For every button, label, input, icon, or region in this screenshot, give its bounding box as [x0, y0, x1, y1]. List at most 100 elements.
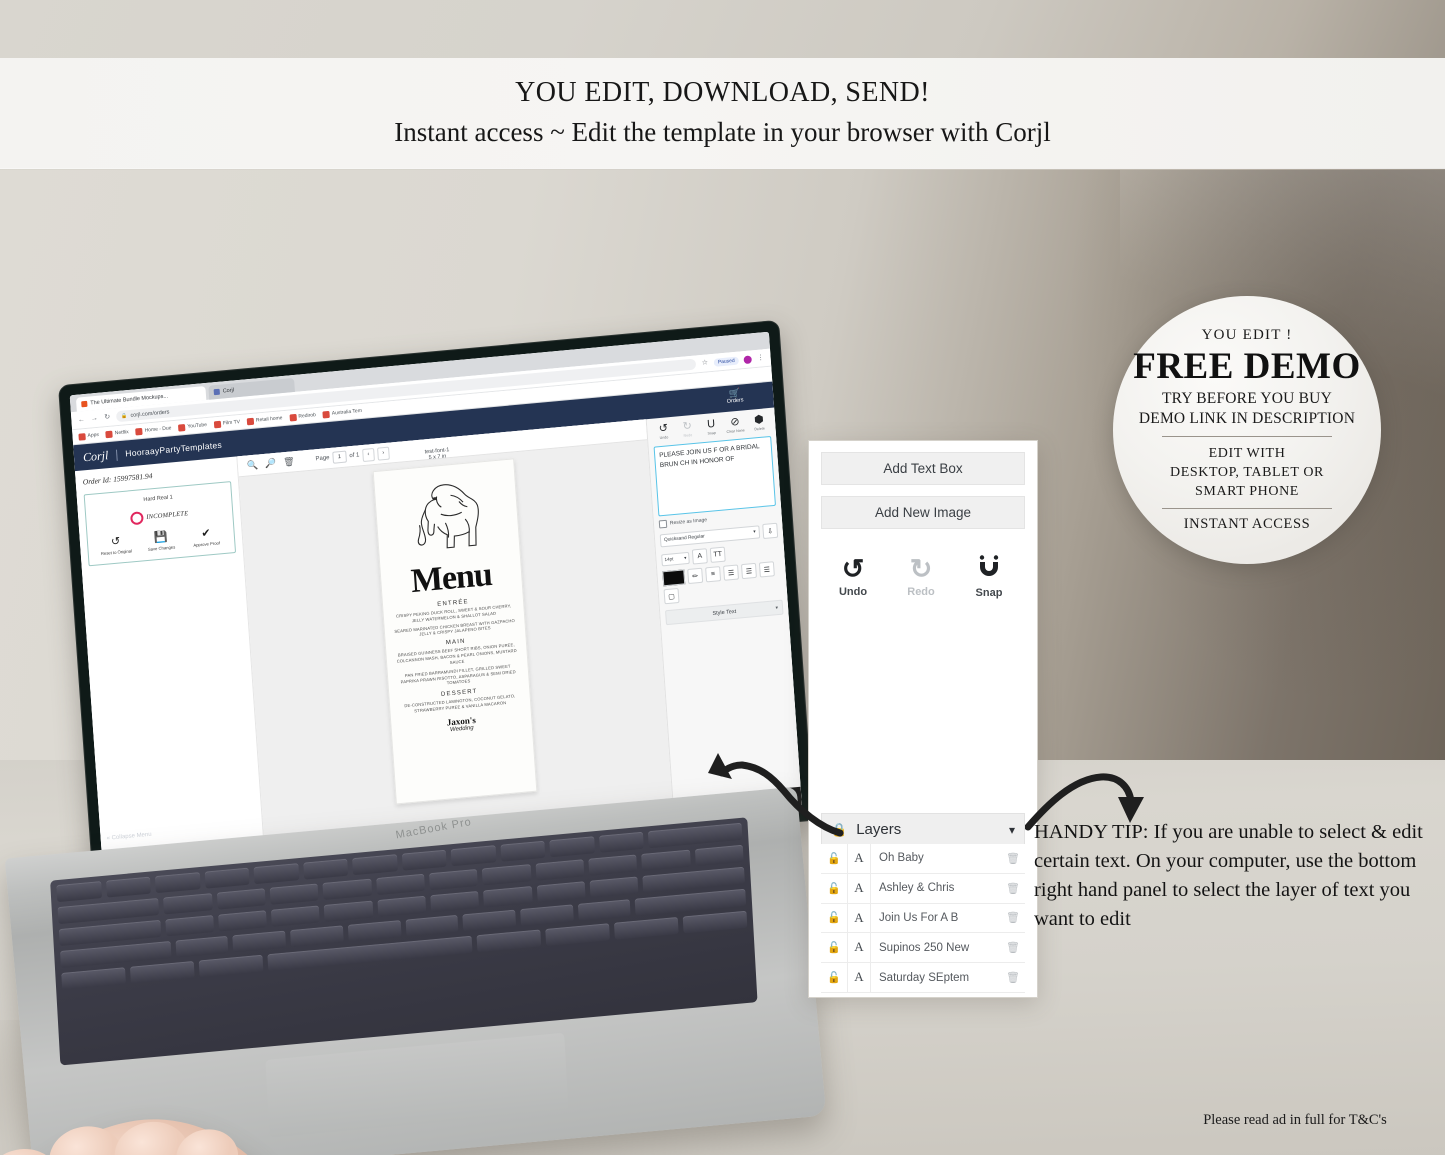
badge-you-edit: YOU EDIT !: [1201, 327, 1293, 343]
next-page-button[interactable]: ›: [376, 446, 390, 461]
bookmark-item[interactable]: Australia Tem: [322, 407, 363, 418]
corjl-logo[interactable]: Corjl: [83, 448, 109, 465]
text-box-button[interactable]: ▢: [663, 587, 680, 605]
trash-icon[interactable]: 🗑: [1001, 882, 1025, 895]
bookmark-label: Film TV: [222, 419, 241, 427]
key: [253, 863, 299, 885]
key: [401, 849, 447, 871]
lock-open-icon[interactable]: 🔓: [821, 911, 847, 924]
delete-button[interactable]: ⬢ Delete: [749, 413, 770, 432]
key: [322, 878, 373, 900]
download-icon: ⇩: [767, 527, 774, 536]
key: [56, 881, 102, 903]
back-arrow-icon[interactable]: ←: [77, 416, 86, 425]
align-center-button[interactable]: ☰: [740, 562, 757, 580]
layers-header[interactable]: 🔒 Layers ▾: [821, 813, 1025, 846]
terms-footer: Please read ad in full for T&C's: [1203, 1112, 1387, 1128]
line-height-button[interactable]: ≡: [705, 566, 722, 583]
bookmark-item[interactable]: YouTube: [178, 422, 207, 432]
snap-button[interactable]: Snap: [967, 555, 1011, 599]
snap-label: Snap: [975, 587, 1003, 599]
bookmark-item[interactable]: Redirob: [289, 412, 316, 422]
key: [217, 910, 268, 932]
corjl-tools-panel: Add Text Box Add New Image ↺ Undo ↻ Redo: [808, 440, 1038, 998]
save-changes-button[interactable]: 💾 Save Changes: [141, 530, 180, 553]
lock-open-icon[interactable]: 🔓: [821, 941, 847, 954]
trash-icon[interactable]: 🗑: [1001, 971, 1025, 984]
key: [694, 844, 744, 867]
redo-button[interactable]: ↻ Redo: [677, 420, 698, 439]
bookmark-favicon-icon: [246, 417, 255, 425]
key: [164, 915, 214, 937]
chevron-down-icon[interactable]: ▾: [1009, 823, 1015, 837]
lock-closed-icon: 🔒: [831, 821, 848, 837]
lock-open-icon[interactable]: 🔓: [821, 852, 847, 865]
eyedropper-button[interactable]: ✏: [687, 567, 704, 585]
font-size-select[interactable]: 14pt ▾: [661, 551, 690, 566]
menu-template-card[interactable]: Menu ENTRÉE CRISPY PEKING DUCK ROLL, SWE…: [372, 458, 538, 805]
menu-kebab-icon[interactable]: ⋮: [756, 354, 765, 363]
bookmark-item[interactable]: Apps: [78, 431, 99, 441]
laptop-mockup: The Ultimate Bundle Mockups... Corjl ← →…: [0, 319, 827, 1155]
zoom-out-icon[interactable]: 🔎: [265, 457, 277, 469]
reload-icon[interactable]: ↻: [103, 413, 112, 422]
text-edit-input[interactable]: PLEASE JOIN US F OR A BRIDAL BRUN CH IN …: [653, 435, 776, 517]
checkbox-icon[interactable]: [658, 519, 668, 529]
key: [216, 888, 266, 910]
corjl-editor-app: The Ultimate Bundle Mockups... Corjl ← →…: [69, 331, 803, 871]
lock-open-icon[interactable]: 🔓: [821, 971, 847, 984]
approve-label: Approve Proof: [193, 540, 221, 548]
bookmark-item[interactable]: Netflix: [105, 429, 129, 438]
approve-proof-button[interactable]: ✔ Approve Proof: [187, 526, 226, 549]
undo-button[interactable]: ↺ Undo: [653, 422, 674, 441]
redo-button[interactable]: ↻ Redo: [899, 555, 943, 599]
undo-button[interactable]: ↺ Undo: [831, 555, 875, 599]
bookmark-item[interactable]: Home - Due: [135, 425, 172, 436]
forward-arrow-icon[interactable]: →: [90, 414, 99, 423]
bookmark-star-icon[interactable]: ☆: [701, 359, 710, 368]
trash-icon[interactable]: 🗑: [283, 456, 295, 468]
letter-spacing-icon: TT: [713, 550, 723, 559]
prev-page-button[interactable]: ‹: [361, 447, 375, 462]
add-new-image-button[interactable]: Add New Image: [821, 496, 1025, 529]
layers-title: Layers: [856, 821, 902, 838]
brand-divider: |: [114, 447, 119, 462]
bookmark-label: Australia Tem: [331, 407, 363, 417]
layer-row[interactable]: 🔓 A Join Us For A B 🗑: [821, 903, 1025, 934]
trash-icon[interactable]: 🗑: [1001, 941, 1025, 954]
layer-name: Join Us For A B: [879, 911, 959, 924]
key: [376, 873, 426, 896]
trash-icon[interactable]: 🗑: [1001, 911, 1025, 924]
key: [549, 836, 595, 858]
order-card[interactable]: Hard Real 1 INCOMPLETE ↺ Reset to Origin…: [83, 481, 237, 567]
snap-button[interactable]: U Snap: [701, 417, 722, 436]
add-text-box-button[interactable]: Add Text Box: [821, 452, 1025, 485]
clear-none-button[interactable]: ⊘ Clear None: [725, 415, 746, 434]
text-color-swatch[interactable]: [662, 569, 686, 587]
undo-icon: ↺: [841, 554, 865, 584]
bold-button[interactable]: A: [691, 548, 708, 565]
undo-label: Undo: [838, 586, 868, 598]
profile-avatar[interactable]: [743, 354, 752, 364]
reset-to-original-button[interactable]: ↺ Reset to Original: [96, 534, 135, 557]
layer-row[interactable]: 🔓 A Saturday SEptem 🗑: [821, 963, 1025, 993]
layer-row[interactable]: 🔓 A Ashley & Chris 🗑: [821, 873, 1025, 904]
page-number-input[interactable]: 1: [332, 450, 347, 464]
layer-row[interactable]: 🔓 A Oh Baby 🗑: [821, 844, 1025, 874]
trash-icon[interactable]: 🗑: [1001, 852, 1025, 865]
layer-row[interactable]: 🔓 A Supinos 250 New 🗑: [821, 933, 1025, 964]
bookmark-item[interactable]: Retail home: [246, 415, 283, 425]
key: [271, 905, 321, 927]
lock-open-icon[interactable]: 🔓: [821, 882, 847, 895]
download-font-button[interactable]: ⇩: [762, 522, 779, 540]
style-text-accordion[interactable]: Style Text ▾: [665, 599, 784, 626]
align-left-button[interactable]: ☰: [723, 564, 740, 581]
text-layer-icon: A: [847, 873, 871, 903]
align-right-button[interactable]: ☰: [758, 561, 775, 578]
laptop-keyboard: [50, 817, 758, 1066]
letter-spacing-button[interactable]: TT: [709, 546, 726, 563]
orders-button[interactable]: 🛒 Orders: [726, 387, 744, 405]
key: [175, 935, 229, 958]
bookmark-item[interactable]: Film TV: [213, 419, 241, 428]
zoom-in-icon[interactable]: 🔍: [247, 459, 259, 471]
